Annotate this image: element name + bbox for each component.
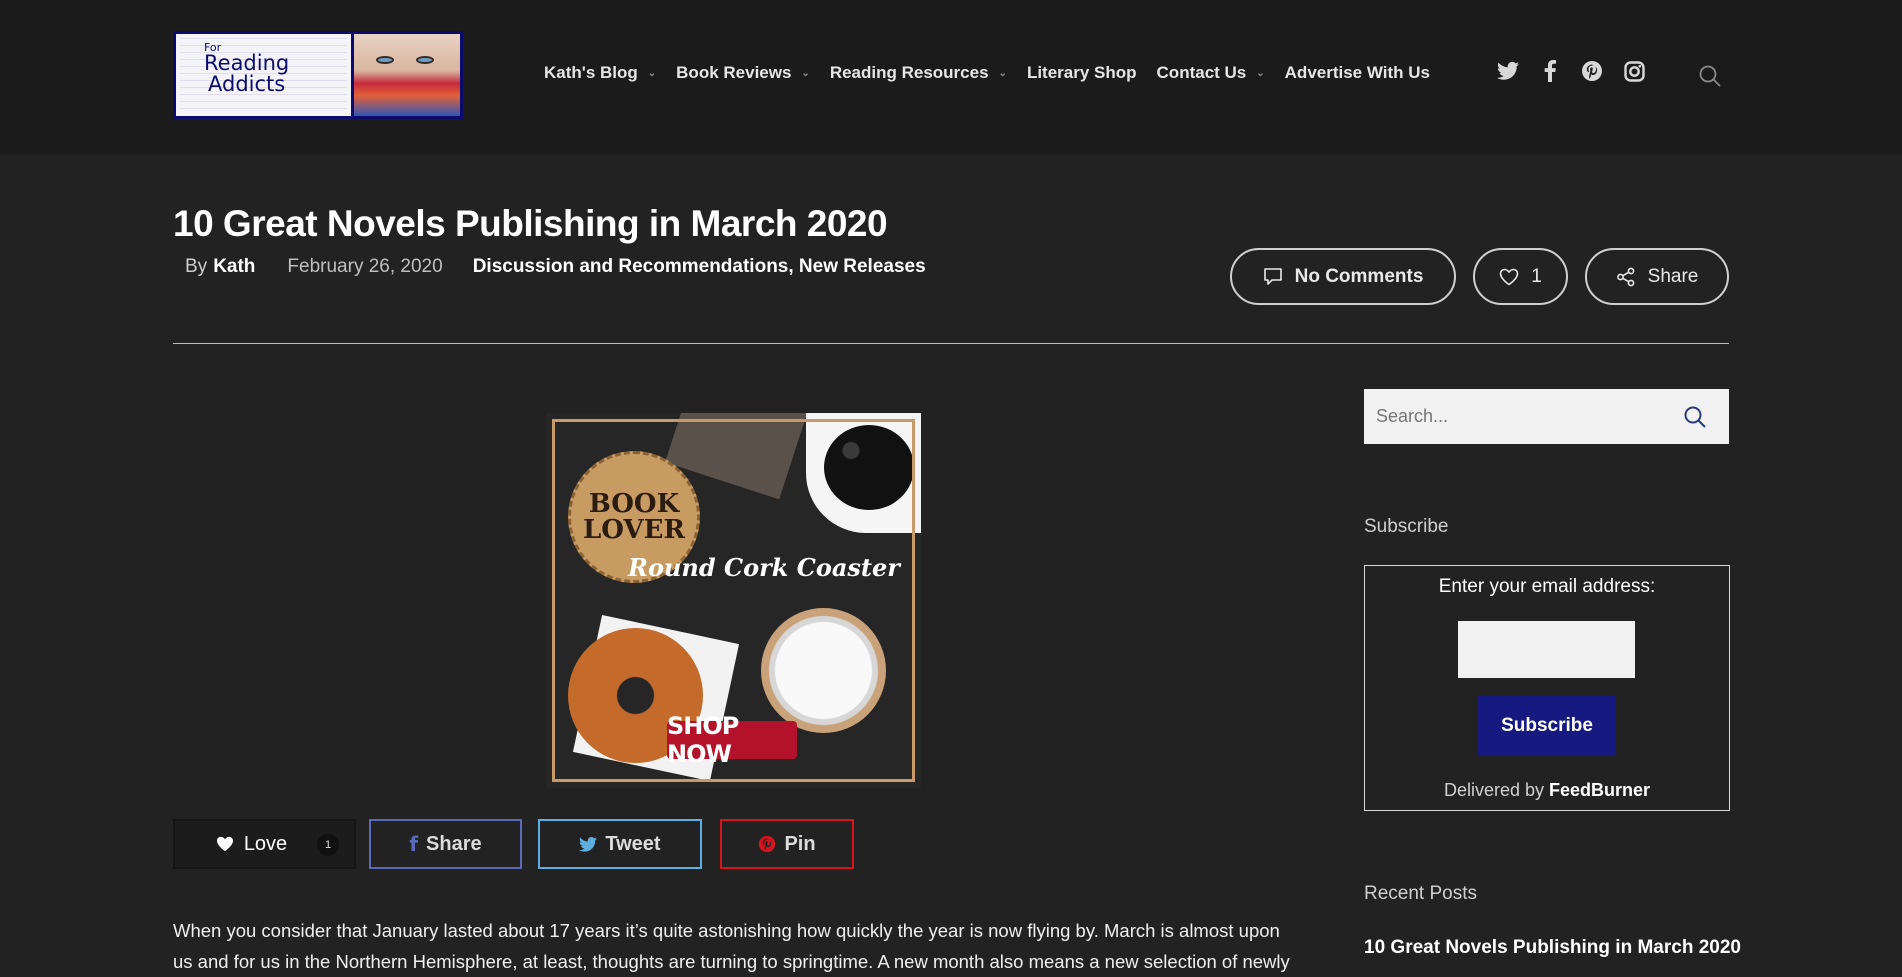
logo-reading: Reading [204, 51, 290, 75]
recent-posts-heading: Recent Posts [1364, 883, 1477, 904]
search-icon[interactable] [1698, 64, 1722, 88]
love-count: 1 [317, 834, 339, 856]
body-line: When you consider that January lasted ab… [173, 920, 1280, 941]
comment-icon [1263, 268, 1282, 285]
facebook-share-button[interactable]: f Share [369, 819, 522, 869]
twitter-icon [579, 836, 598, 852]
love-button[interactable]: Love 1 [173, 819, 356, 869]
shop-ad-banner[interactable]: BOOK LOVER Round Cork Coaster SHOP NOW [546, 413, 921, 788]
by-label: By [185, 256, 208, 277]
pinterest-icon [759, 835, 776, 853]
title-divider [173, 343, 1729, 344]
facebook-icon: f [409, 832, 419, 856]
chevron-down-icon: ⌄ [998, 67, 1007, 79]
pinterest-share-button[interactable]: Pin [720, 819, 854, 869]
delivered-by: Delivered by FeedBurner [1365, 780, 1729, 801]
nav-reading-resources[interactable]: Reading Resources ⌄ [830, 63, 1007, 83]
love-label: Love [243, 832, 288, 855]
like-button[interactable]: 1 [1473, 248, 1568, 305]
logo-text-panel: For Reading Addicts [176, 34, 354, 116]
search-icon[interactable] [1683, 405, 1707, 429]
pinterest-icon[interactable] [1581, 60, 1603, 82]
nav-label: Advertise With Us [1284, 63, 1430, 82]
nav-label: Reading Resources [829, 63, 989, 82]
nav-label: Contact Us [1156, 63, 1247, 82]
chevron-down-icon: ⌄ [801, 67, 810, 79]
chevron-down-icon: ⌄ [647, 67, 657, 79]
facebook-icon[interactable] [1539, 60, 1561, 82]
delivered-by-label: Delivered by [1443, 780, 1544, 800]
post-title: 10 Great Novels Publishing in March 2020 [173, 203, 888, 244]
twitter-share-label: Tweet [605, 832, 661, 855]
post-meta: By Kath February 26, 2020 Discussion and… [185, 256, 926, 278]
subscribe-prompt: Enter your email address: [1438, 576, 1656, 597]
feedburner-link[interactable]: FeedBurner [1549, 780, 1650, 800]
share-label: Share [1647, 265, 1699, 287]
main-nav: Kath's Blog ⌄ Book Reviews ⌄ Reading Resou… [544, 63, 1450, 83]
site-header: For Reading Addicts Kath's Blog ⌄ Book Re… [0, 0, 1902, 154]
instagram-icon[interactable] [1623, 60, 1645, 82]
subscribe-button[interactable]: Subscribe [1478, 696, 1616, 756]
nav-kaths-blog[interactable]: Kath's Blog ⌄ [544, 63, 656, 83]
twitter-icon[interactable] [1497, 60, 1519, 82]
body-line: us and for us in the Northern Hemisphere… [173, 951, 1290, 972]
heart-icon [216, 836, 233, 852]
facebook-share-label: Share [426, 832, 482, 855]
comments-label: No Comments [1294, 265, 1424, 287]
share-button[interactable]: Share [1585, 248, 1729, 305]
heart-icon [1499, 268, 1519, 285]
nav-advertise[interactable]: Advertise With Us [1285, 63, 1430, 83]
post-categories[interactable]: Discussion and Recommendations, New Rele… [473, 256, 926, 278]
nav-literary-shop[interactable]: Literary Shop [1027, 63, 1137, 83]
subscribe-heading: Subscribe [1364, 516, 1449, 537]
twitter-share-button[interactable]: Tweet [538, 819, 702, 869]
logo-face-image [354, 34, 460, 116]
post-body: When you consider that January lasted ab… [173, 915, 1293, 977]
likes-count: 1 [1531, 265, 1542, 287]
site-logo[interactable]: For Reading Addicts [173, 31, 463, 119]
social-links [1497, 60, 1645, 82]
email-field[interactable] [1458, 621, 1635, 678]
nav-book-reviews[interactable]: Book Reviews ⌄ [676, 63, 810, 83]
share-icon [1616, 267, 1635, 286]
chevron-down-icon: ⌄ [1256, 67, 1265, 79]
sidebar-search-input[interactable] [1376, 406, 1656, 427]
nav-contact-us[interactable]: Contact Us ⌄ [1157, 63, 1265, 83]
nav-label: Book Reviews [676, 63, 792, 82]
nav-label: Literary Shop [1026, 63, 1137, 82]
pinterest-share-label: Pin [784, 832, 816, 855]
logo-addicts: Addicts [208, 72, 286, 96]
subscribe-widget: Enter your email address: Subscribe Deli… [1364, 565, 1730, 811]
sidebar-search [1364, 389, 1729, 444]
post-date: February 26, 2020 [287, 256, 443, 277]
author-link[interactable]: Kath [213, 256, 255, 278]
ad-frame [552, 419, 915, 782]
recent-post-link[interactable]: 10 Great Novels Publishing in March 2020 [1364, 937, 1741, 959]
nav-label: Kath's Blog [544, 63, 638, 82]
comments-button[interactable]: No Comments [1230, 248, 1456, 305]
